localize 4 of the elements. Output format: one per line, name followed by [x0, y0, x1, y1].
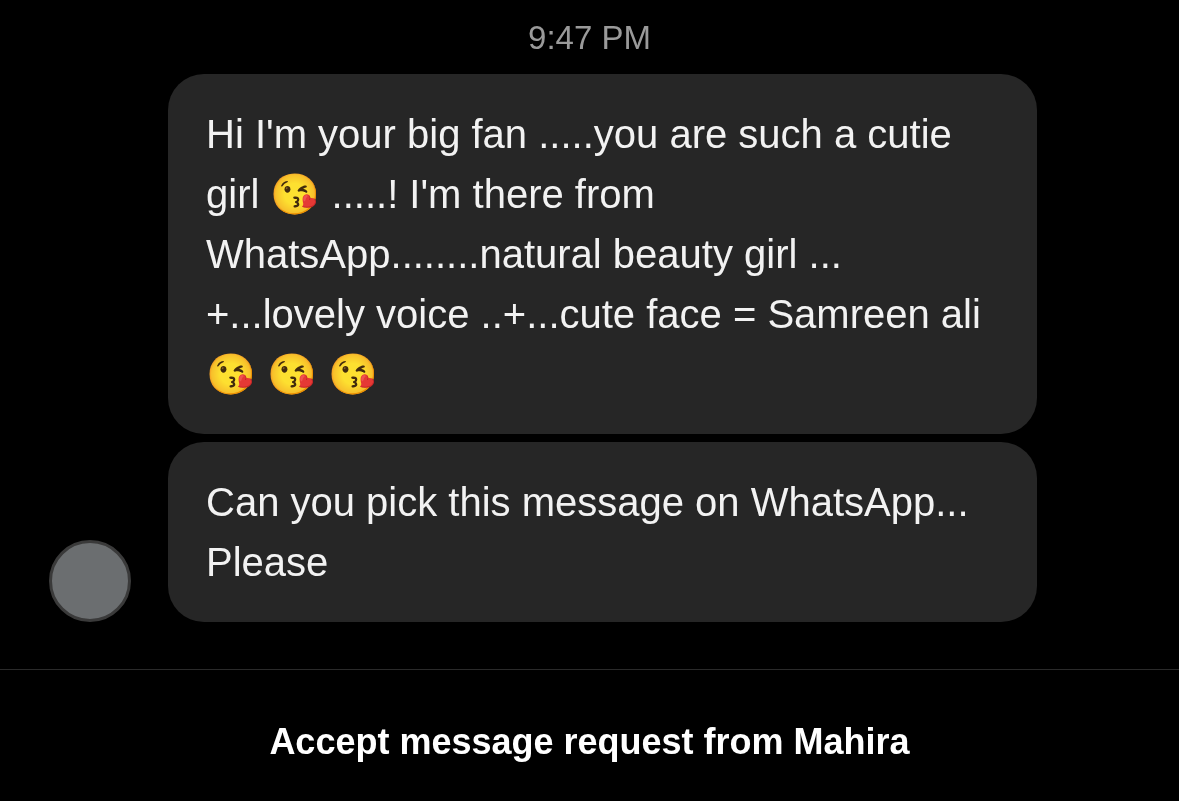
message-text: Hi I'm your big fan .....you are such a cutie girl 😘 .....! I'm there from WhatsApp........natural beauty girl ... +...lovely voice ..+...cute face = Samreen ali 😘 😘 😘	[206, 111, 982, 398]
accept-request-button[interactable]: Accept message request from Mahira	[269, 720, 910, 764]
message-text: Can you pick this message on WhatsApp... Please	[206, 479, 970, 586]
timestamp: 9:47 PM	[528, 18, 651, 58]
